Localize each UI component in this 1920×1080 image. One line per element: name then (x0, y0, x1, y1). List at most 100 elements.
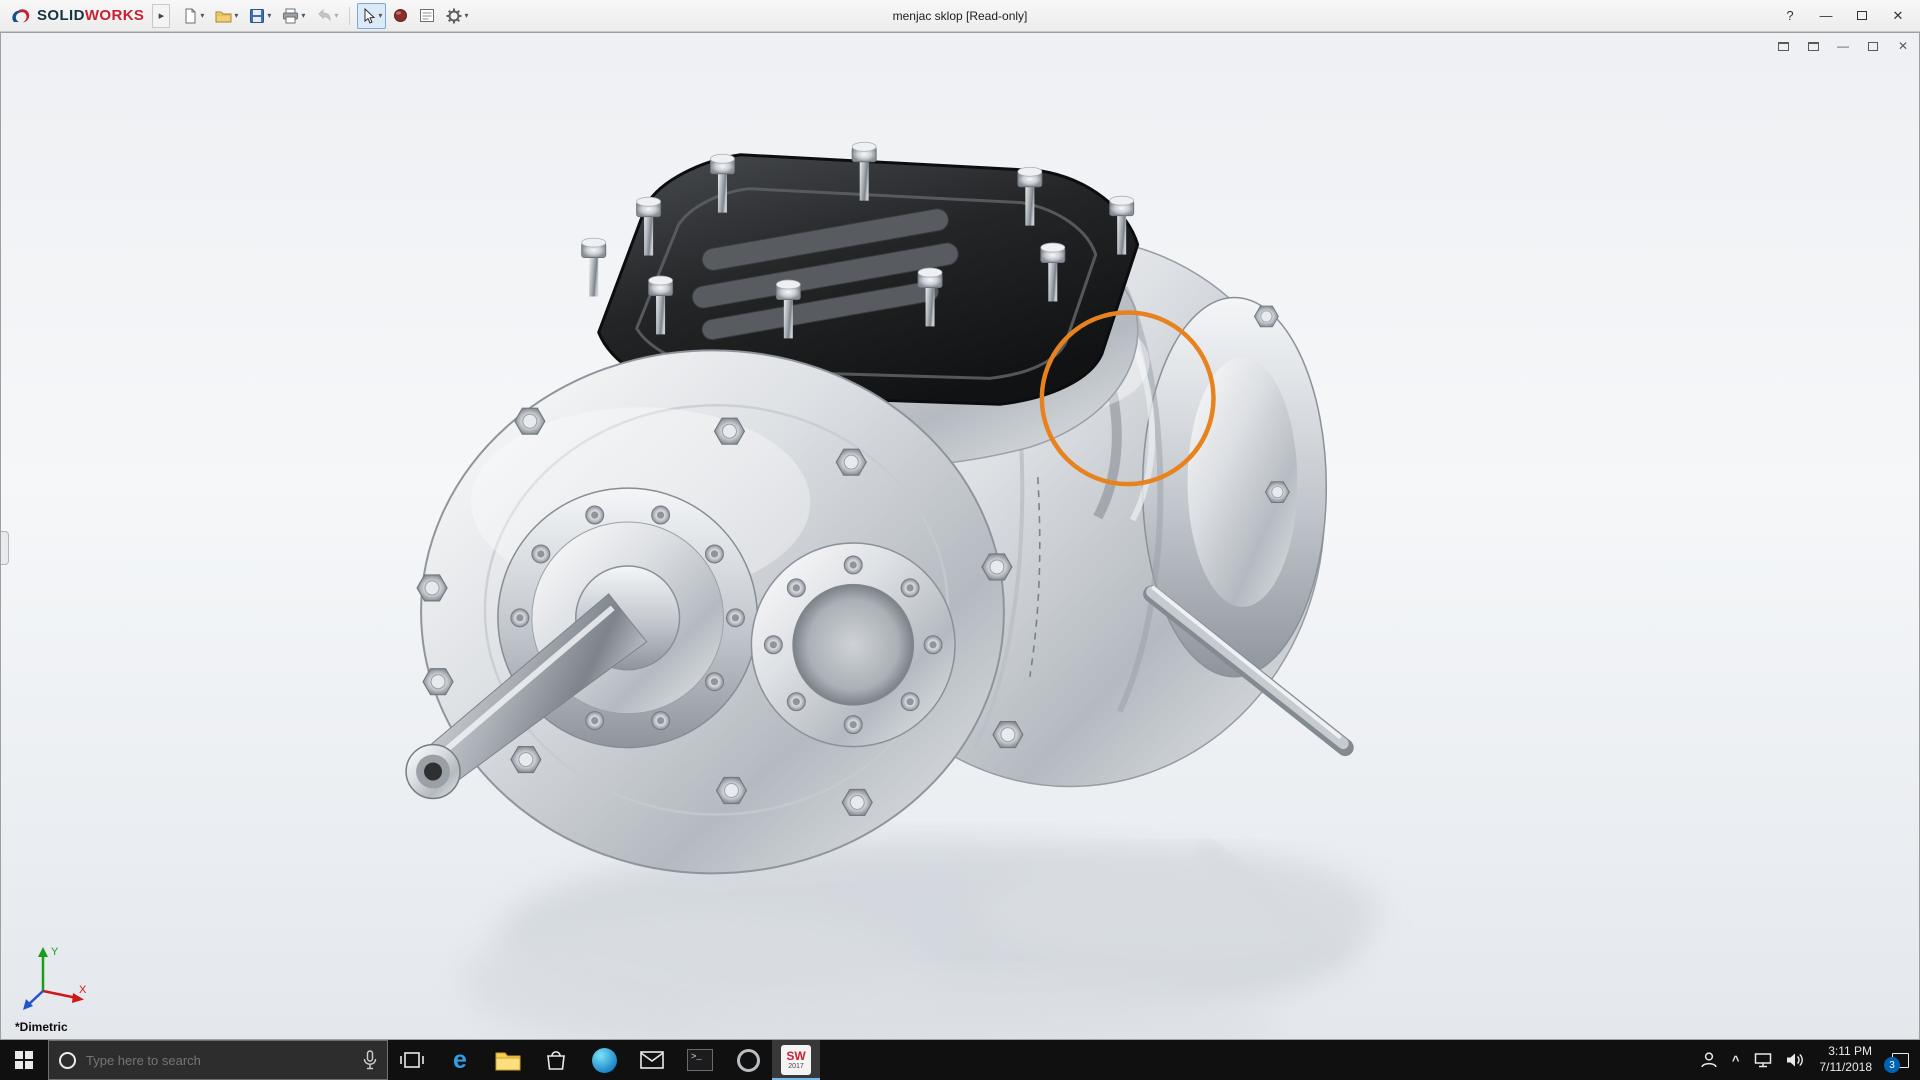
file-explorer-button[interactable] (484, 1040, 532, 1080)
options-caret[interactable]: ▾ (464, 11, 468, 20)
window-controls: ? — ✕ (1772, 2, 1916, 30)
undo-button[interactable]: ▾ (312, 3, 342, 29)
edge-icon: e (453, 1045, 467, 1074)
task-view-icon (400, 1052, 424, 1068)
orientation-triad: Y X (23, 946, 87, 1010)
system-tray: ^ 3:11 PM 7/11/2018 3 (1693, 1040, 1920, 1080)
save-button[interactable]: ▾ (245, 3, 275, 29)
volume-button[interactable] (1779, 1040, 1811, 1080)
settings-app-icon (736, 1048, 760, 1072)
minimize-button[interactable]: — (1808, 2, 1844, 30)
main-toolbar: ▾ ▾ ▾ ▾ ▾ ▾ ▾ (178, 2, 472, 29)
cascade-window-icon (1807, 41, 1819, 51)
gearbox-model-canvas[interactable] (1, 33, 1919, 1039)
clock-date: 7/11/2018 (1819, 1060, 1873, 1074)
file-explorer-icon (495, 1052, 521, 1070)
doc-close-button[interactable]: ✕ (1895, 38, 1911, 54)
brand-text: SOLIDWORKS (37, 7, 144, 24)
taskbar-apps: e >_ SW 2017 (388, 1040, 820, 1080)
settings-app-button[interactable] (724, 1040, 772, 1080)
tray-overflow-button[interactable]: ^ (1725, 1040, 1747, 1080)
select-cursor-icon (364, 7, 376, 24)
dassault-logo-icon (12, 8, 30, 22)
side-opening (750, 542, 956, 748)
edge-button[interactable]: e (436, 1040, 484, 1080)
search-input[interactable] (86, 1052, 353, 1068)
clock-time: 3:11 PM (1828, 1044, 1872, 1059)
mail-envelope-icon (640, 1051, 664, 1069)
model-shadow (461, 841, 1380, 1039)
speaker-icon (1786, 1053, 1803, 1067)
start-button[interactable] (0, 1040, 48, 1080)
task-view-button[interactable] (388, 1040, 436, 1080)
document-title: menjac sklop [Read-only] (892, 8, 1028, 23)
restore-icon (1857, 11, 1867, 20)
save-icon (250, 8, 265, 23)
browser-app-button[interactable] (580, 1040, 628, 1080)
display-pane-icon (420, 9, 435, 22)
toolbar-flyout-button[interactable]: ▸ (152, 3, 171, 28)
network-button[interactable] (1747, 1040, 1779, 1080)
axis-y-label: Y (51, 946, 59, 958)
print-caret[interactable]: ▾ (301, 11, 305, 20)
resources-sphere-icon (394, 9, 408, 22)
axis-x-label: X (79, 984, 87, 996)
graphics-viewport[interactable]: — ✕ Y X *Dimetric (0, 32, 1920, 1040)
close-button[interactable]: ✕ (1880, 2, 1916, 30)
doc-restore-icon (1868, 41, 1878, 51)
titlebar: SOLIDWORKS ▸ ▾ ▾ ▾ ▾ ▾ ▾ ▾ menjac sklop … (0, 0, 1920, 32)
doc-restore-button[interactable] (1865, 38, 1881, 54)
people-icon (1701, 1052, 1717, 1068)
new-document-caret[interactable]: ▾ (200, 11, 204, 20)
solidworks-taskbar-button[interactable]: SW 2017 (772, 1040, 820, 1080)
gear-icon (446, 8, 462, 23)
new-document-button[interactable]: ▾ (178, 3, 208, 29)
taskbar-clock[interactable]: 3:11 PM 7/11/2018 (1811, 1044, 1882, 1075)
windows-taskbar: e (0, 1040, 1920, 1080)
doc-tile-button[interactable] (1775, 38, 1791, 54)
brand-solid: SOLID (37, 7, 85, 24)
sw-label: SW (786, 1049, 806, 1063)
display-pane-button[interactable] (415, 3, 439, 29)
notification-badge: 3 (1884, 1057, 1900, 1073)
select-caret[interactable]: ▾ (378, 11, 382, 20)
app-logo: SOLIDWORKS (4, 7, 152, 25)
people-button[interactable] (1693, 1040, 1725, 1080)
solidworks-window: SOLIDWORKS ▸ ▾ ▾ ▾ ▾ ▾ ▾ ▾ menjac sklop … (0, 0, 1920, 1080)
sw-year-label: 2017 (788, 1063, 804, 1070)
store-bag-icon (547, 1051, 565, 1070)
doc-minimize-button[interactable]: — (1835, 38, 1851, 54)
resources-button[interactable] (389, 3, 412, 29)
terminal-button[interactable]: >_ (676, 1040, 724, 1080)
panel-collapse-handle[interactable] (1, 531, 9, 565)
store-button[interactable] (532, 1040, 580, 1080)
options-button[interactable]: ▾ (442, 3, 472, 29)
brand-works: WORKS (84, 7, 145, 24)
taskbar-search[interactable] (48, 1040, 388, 1080)
tile-window-icon (1777, 41, 1789, 51)
mail-button[interactable] (628, 1040, 676, 1080)
open-button[interactable]: ▾ (211, 3, 242, 29)
undo-caret[interactable]: ▾ (334, 11, 338, 20)
doc-cascade-button[interactable] (1805, 38, 1821, 54)
view-orientation-label: *Dimetric (15, 1020, 68, 1034)
help-button[interactable]: ? (1772, 2, 1808, 30)
microphone-icon[interactable] (363, 1050, 377, 1070)
maximize-button[interactable] (1844, 2, 1880, 30)
document-window-controls: — ✕ (1775, 38, 1911, 54)
network-icon (1754, 1053, 1771, 1068)
action-center-button[interactable]: 3 (1881, 1040, 1920, 1080)
select-button[interactable]: ▾ (357, 2, 387, 29)
new-document-icon (185, 8, 196, 23)
print-icon (283, 8, 299, 23)
save-caret[interactable]: ▾ (267, 11, 271, 20)
windows-logo-icon (15, 1051, 33, 1069)
undo-icon (318, 8, 331, 22)
terminal-icon: >_ (687, 1049, 713, 1071)
cortana-icon (59, 1051, 76, 1069)
open-caret[interactable]: ▾ (234, 11, 238, 20)
open-folder-icon (215, 11, 232, 22)
browser-app-icon (591, 1047, 617, 1073)
solidworks-app-icon: SW 2017 (781, 1045, 811, 1075)
print-button[interactable]: ▾ (278, 3, 309, 29)
